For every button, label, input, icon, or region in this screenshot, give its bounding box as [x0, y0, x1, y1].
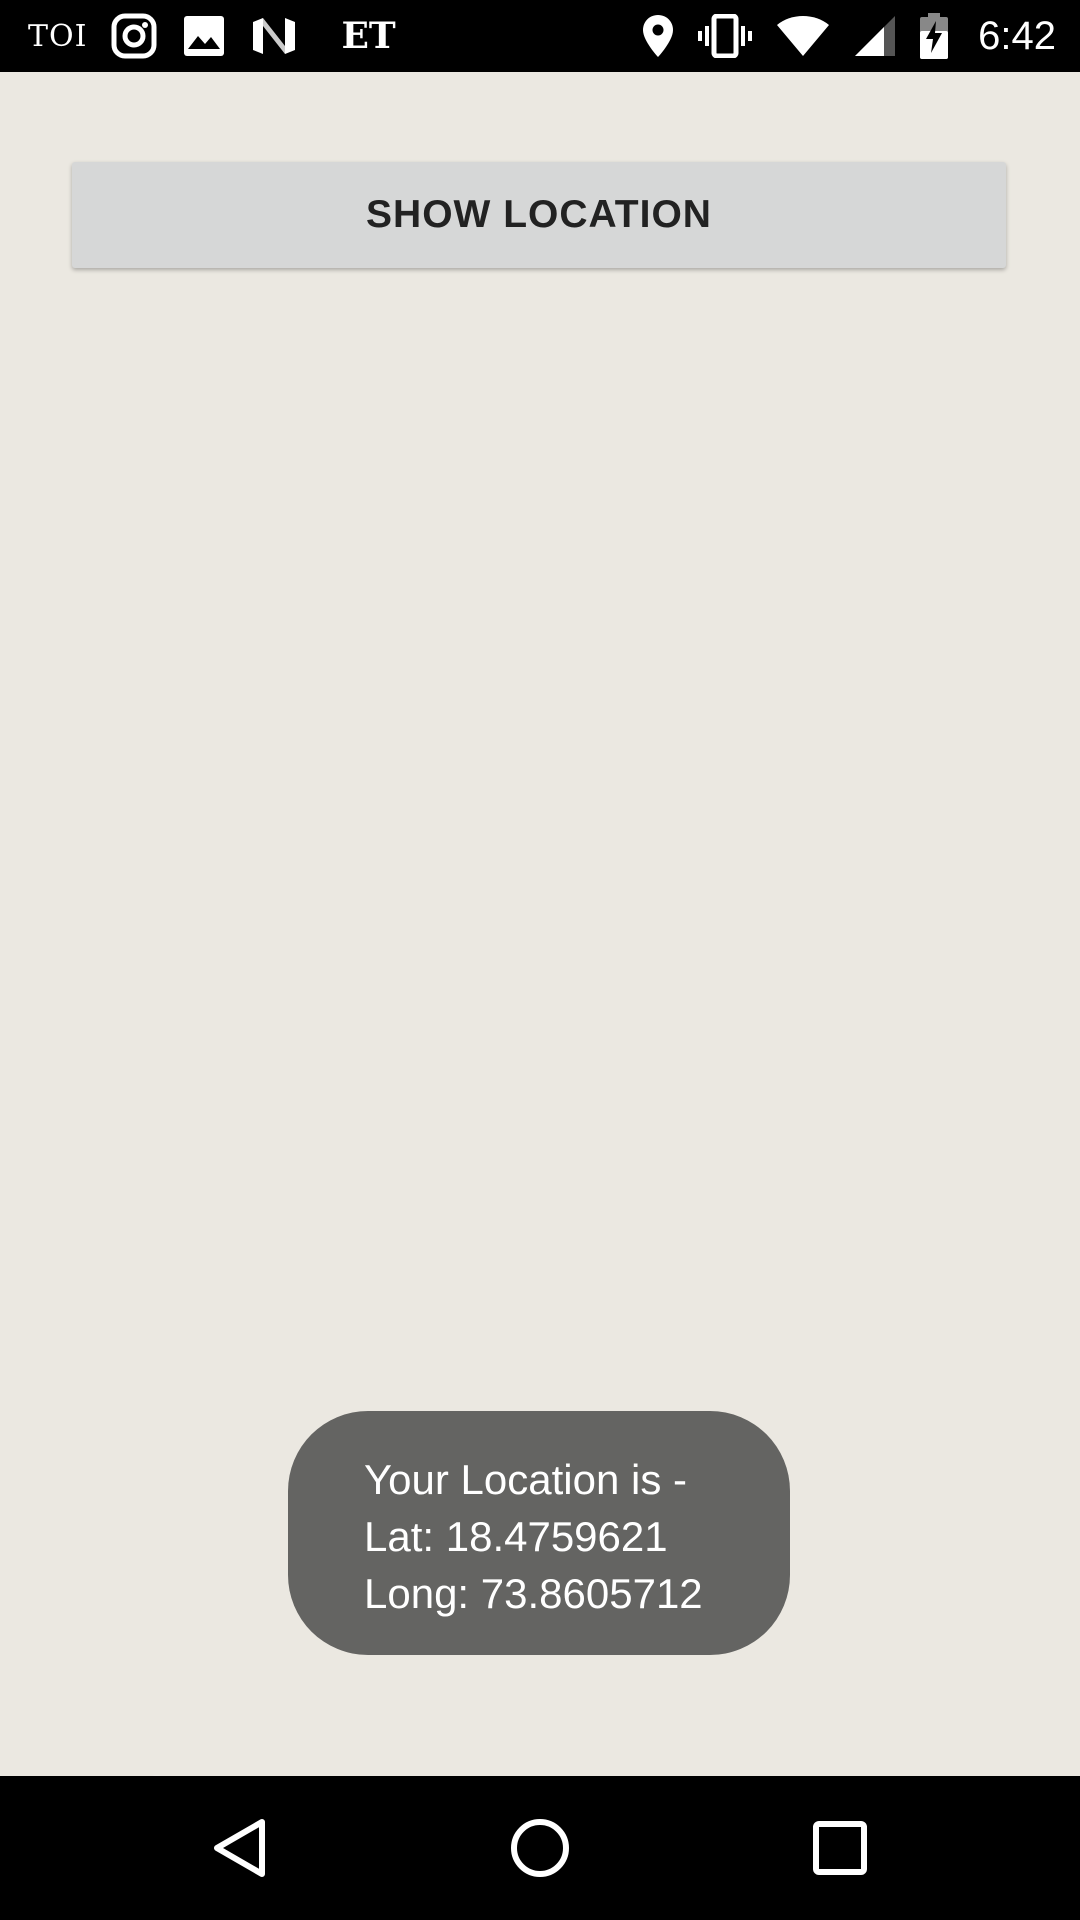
vibrate-icon — [698, 14, 753, 58]
instagram-icon — [111, 13, 157, 59]
wifi-icon — [776, 15, 830, 57]
cell-signal-icon — [854, 15, 896, 57]
home-button[interactable] — [470, 1776, 610, 1920]
navigation-bar — [0, 1776, 1080, 1920]
recents-icon — [813, 1821, 867, 1875]
system-status-icons: 6:42 — [618, 0, 1056, 72]
map-view[interactable]: SHOW LOCATION Your Location is - Lat: 18… — [0, 72, 1080, 1827]
recents-button[interactable] — [770, 1776, 910, 1920]
location-toast: Your Location is - Lat: 18.4759621 Long:… — [288, 1411, 790, 1655]
back-icon — [214, 1819, 265, 1877]
back-button[interactable] — [170, 1776, 310, 1920]
show-location-button[interactable]: SHOW LOCATION — [72, 162, 1006, 268]
et-icon: ET — [341, 15, 396, 57]
status-time: 6:42 — [978, 13, 1056, 58]
toast-latitude: Lat: 18.4759621 — [364, 1513, 668, 1560]
location-pin-icon — [642, 14, 674, 58]
home-icon — [511, 1819, 569, 1877]
battery-charging-icon — [920, 13, 949, 59]
toi-icon: TOI — [28, 18, 88, 54]
notification-icons: TOI ET — [28, 0, 396, 72]
news-n-icon — [251, 16, 297, 56]
toast-title: Your Location is - — [364, 1456, 687, 1503]
toast-longitude: Long: 73.8605712 — [364, 1570, 703, 1617]
status-bar: TOI ET 6:42 — [0, 0, 1080, 72]
gallery-icon — [183, 15, 225, 57]
